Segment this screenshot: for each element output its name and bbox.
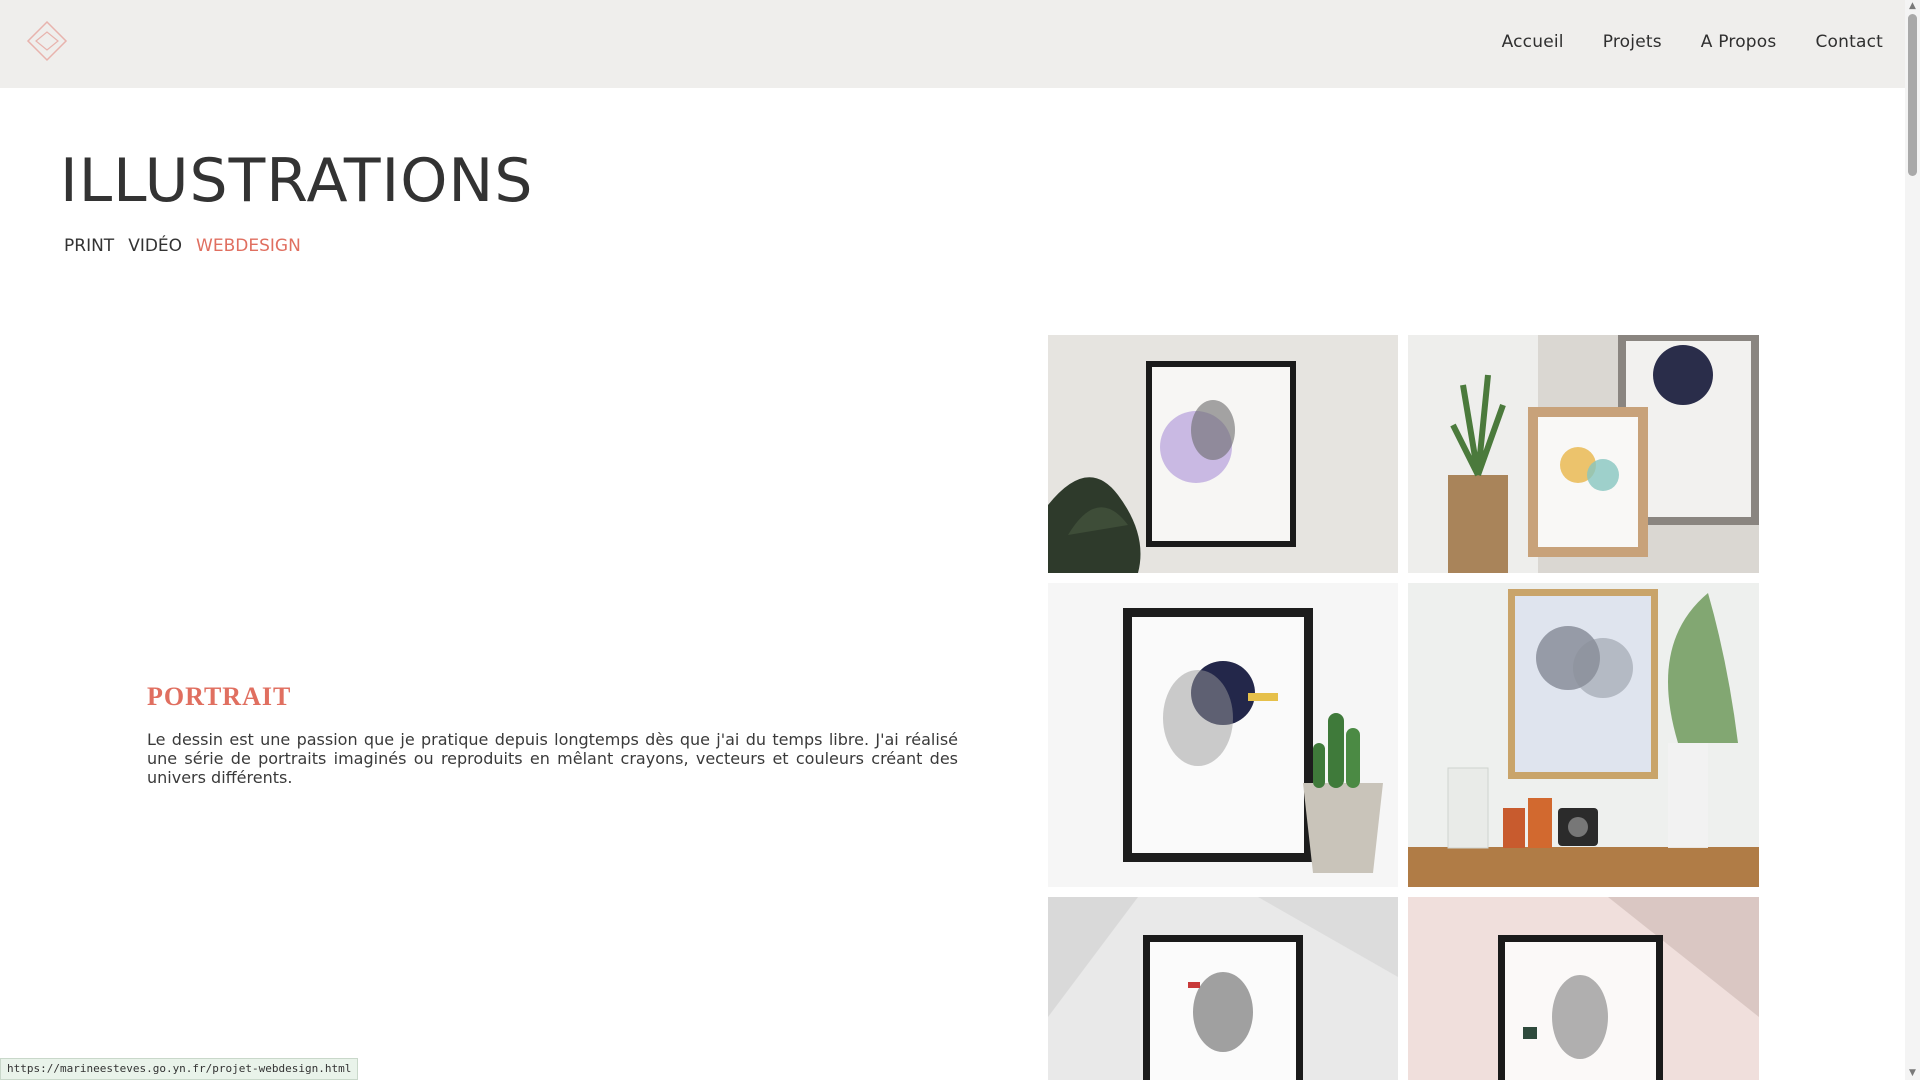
nav-item-a-propos[interactable]: A Propos bbox=[1701, 32, 1777, 52]
gallery-image-2[interactable] bbox=[1408, 335, 1759, 573]
filter-video[interactable]: VIDÉO bbox=[128, 236, 182, 256]
framed-portrait-marble-image bbox=[1048, 897, 1398, 1080]
nav-item-projets[interactable]: Projets bbox=[1603, 32, 1662, 52]
framed-portrait-pink-wall-image bbox=[1408, 897, 1759, 1080]
gallery-image-5[interactable] bbox=[1048, 897, 1398, 1080]
status-bar-url: https://marineesteves.go.yn.fr/projet-we… bbox=[0, 1058, 359, 1080]
vertical-scrollbar[interactable]: ▲ ▼ bbox=[1905, 0, 1920, 1080]
framed-portrait-wood-frame-image bbox=[1408, 335, 1759, 573]
gallery-image-1[interactable] bbox=[1048, 335, 1398, 573]
gallery-image-3[interactable] bbox=[1048, 583, 1398, 887]
filter-print[interactable]: PRINT bbox=[64, 236, 114, 256]
nav-item-contact[interactable]: Contact bbox=[1815, 32, 1883, 52]
framed-portrait-cactus-image bbox=[1048, 583, 1398, 887]
scroll-up-icon[interactable]: ▲ bbox=[1908, 2, 1917, 11]
framed-portrait-purple-image bbox=[1048, 335, 1398, 573]
category-filters: PRINT VIDÉO WEBDESIGN bbox=[64, 236, 301, 256]
filter-webdesign[interactable]: WEBDESIGN bbox=[196, 236, 301, 256]
nav-item-accueil[interactable]: Accueil bbox=[1502, 32, 1564, 52]
project-description: Le dessin est une passion que je pratiqu… bbox=[147, 730, 958, 787]
page-title: ILLUSTRATIONS bbox=[60, 146, 534, 216]
framed-portrait-plants-shelf-image bbox=[1408, 583, 1759, 887]
main-nav: Accueil Projets A Propos Contact bbox=[1502, 32, 1883, 52]
project-title: PORTRAIT bbox=[147, 682, 292, 711]
scroll-down-icon[interactable]: ▼ bbox=[1908, 1069, 1917, 1078]
gallery-image-4[interactable] bbox=[1408, 583, 1759, 887]
scrollbar-thumb[interactable] bbox=[1908, 14, 1917, 176]
gallery-image-6[interactable] bbox=[1408, 897, 1759, 1080]
logo-icon[interactable] bbox=[26, 20, 68, 62]
site-header: Accueil Projets A Propos Contact bbox=[0, 0, 1905, 88]
